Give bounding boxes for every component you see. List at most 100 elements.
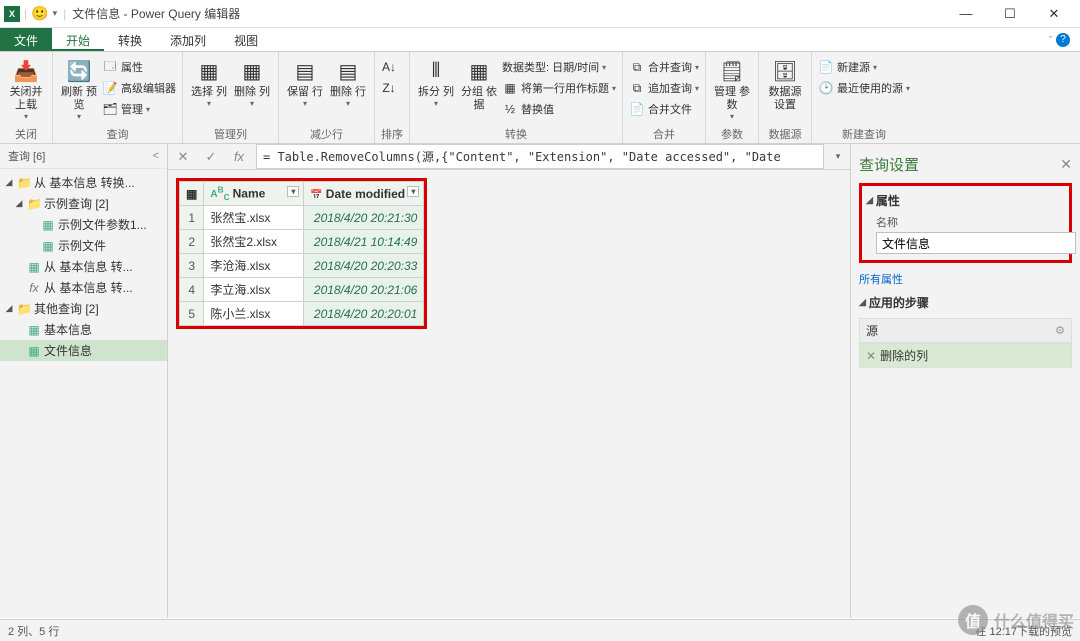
remove-rows-button[interactable]: ▤删除 行▾: [328, 54, 368, 125]
append-queries-button[interactable]: ⧉追加查询 ▾: [629, 78, 699, 98]
merge-queries-button[interactable]: ⧉合并查询 ▾: [629, 57, 699, 77]
qs-close-button[interactable]: ✕: [1060, 156, 1072, 173]
table-row[interactable]: 3李沧海.xlsx2018/4/20 20:20:33: [180, 254, 424, 278]
nav-item[interactable]: ▦示例文件: [0, 235, 167, 256]
cell-name[interactable]: 李立海.xlsx: [204, 278, 304, 302]
formula-cancel-button[interactable]: ✕: [172, 149, 194, 165]
cell-date[interactable]: 2018/4/20 20:21:30: [304, 206, 424, 230]
cell-name[interactable]: 李沧海.xlsx: [204, 254, 304, 278]
ribbon-collapse-icon[interactable]: ˇ: [1049, 35, 1052, 45]
manage-button[interactable]: 🗂管理 ▾: [102, 99, 176, 119]
groupby-button[interactable]: ▦分组 依据: [459, 54, 499, 125]
row-header[interactable]: 3: [180, 254, 204, 278]
cell-date[interactable]: 2018/4/20 20:20:33: [304, 254, 424, 278]
refresh-button[interactable]: 🔄 刷新 预览▾: [59, 54, 99, 125]
tab-view[interactable]: 视图: [220, 28, 272, 51]
grid-corner[interactable]: ▦: [180, 182, 204, 206]
nav-item[interactable]: ◢📁从 基本信息 转换...: [0, 172, 167, 193]
cell-date[interactable]: 2018/4/21 10:14:49: [304, 230, 424, 254]
cell-name[interactable]: 张然宝2.xlsx: [204, 230, 304, 254]
close-load-button[interactable]: 📥 关闭并 上载 ▾: [6, 54, 46, 125]
column-header-name[interactable]: ABCName▾: [204, 182, 304, 206]
row-header[interactable]: 4: [180, 278, 204, 302]
folder-icon: 📁: [17, 176, 31, 190]
table-row[interactable]: 1张然宝.xlsx2018/4/20 20:21:30: [180, 206, 424, 230]
maximize-button[interactable]: ☐: [988, 0, 1032, 28]
nav-item[interactable]: ▦文件信息: [0, 340, 167, 361]
append-icon: ⧉: [629, 81, 645, 96]
tab-file[interactable]: 文件: [0, 28, 52, 51]
row-header[interactable]: 2: [180, 230, 204, 254]
new-source-button[interactable]: 📄新建源 ▾: [818, 57, 910, 77]
applied-steps-section[interactable]: ◢应用的步骤: [859, 291, 1072, 314]
editor-area: ✕ ✓ fx = Table.RemoveColumns(源,{"Content…: [168, 144, 850, 618]
recent-sources-button[interactable]: 🕑最近使用的源 ▾: [818, 78, 910, 98]
filter-dropdown-icon[interactable]: ▾: [407, 186, 419, 197]
nav-item-label: 从 基本信息 转...: [44, 279, 133, 296]
qat-emoji-icon[interactable]: 🙂: [31, 5, 48, 22]
nav-item[interactable]: ▦示例文件参数1...: [0, 214, 167, 235]
manage-params-button[interactable]: 🗒管理 参数▾: [712, 54, 752, 125]
datatype-button[interactable]: 数据类型: 日期/时间 ▾: [502, 57, 616, 77]
query-name-input[interactable]: [876, 232, 1076, 254]
tab-home[interactable]: 开始: [52, 28, 104, 51]
table-row[interactable]: 5陈小兰.xlsx2018/4/20 20:20:01: [180, 302, 424, 326]
cell-date[interactable]: 2018/4/20 20:20:01: [304, 302, 424, 326]
close-window-button[interactable]: ✕: [1032, 0, 1076, 28]
fx-icon[interactable]: fx: [228, 149, 250, 164]
help-icon[interactable]: ?: [1056, 33, 1070, 47]
row-header[interactable]: 5: [180, 302, 204, 326]
nav-item[interactable]: fx从 基本信息 转...: [0, 277, 167, 298]
formula-accept-button[interactable]: ✓: [200, 149, 222, 165]
sort-desc-button[interactable]: Z↓: [381, 78, 397, 98]
properties-button[interactable]: 🗔属性: [102, 57, 176, 77]
nav-item[interactable]: ▦从 基本信息 转...: [0, 256, 167, 277]
nav-collapse-icon[interactable]: <: [153, 150, 159, 162]
qs-title: 查询设置: [859, 154, 919, 175]
replace-values-button[interactable]: ½替换值: [502, 99, 616, 119]
keep-rows-button[interactable]: ▤保留 行▾: [285, 54, 325, 125]
row-header[interactable]: 1: [180, 206, 204, 230]
step-label: 删除的列: [880, 347, 928, 364]
applied-step[interactable]: 源⚙: [859, 318, 1072, 343]
cell-name[interactable]: 张然宝.xlsx: [204, 206, 304, 230]
properties-section[interactable]: ◢属性: [866, 189, 1065, 212]
table-icon: ▦: [41, 239, 55, 253]
cell-date[interactable]: 2018/4/20 20:21:06: [304, 278, 424, 302]
table-row[interactable]: 2张然宝2.xlsx2018/4/21 10:14:49: [180, 230, 424, 254]
combine-files-button[interactable]: 📄合并文件: [629, 99, 699, 119]
tab-addcolumn[interactable]: 添加列: [156, 28, 220, 51]
use-first-row-button[interactable]: ▦将第一行用作标题 ▾: [502, 78, 616, 98]
tab-transform[interactable]: 转换: [104, 28, 156, 51]
step-gear-icon[interactable]: ⚙: [1055, 324, 1065, 337]
applied-step[interactable]: ✕ 删除的列: [859, 343, 1072, 368]
advanced-editor-button[interactable]: 📝高级编辑器: [102, 78, 176, 98]
cell-name[interactable]: 陈小兰.xlsx: [204, 302, 304, 326]
status-bar: 2 列、5 行 在 12:17下载的预览: [0, 619, 1080, 641]
formula-input[interactable]: = Table.RemoveColumns(源,{"Content", "Ext…: [256, 144, 824, 169]
filter-dropdown-icon[interactable]: ▾: [287, 186, 299, 197]
delete-step-icon[interactable]: ✕: [866, 349, 876, 363]
data-preview-grid[interactable]: ▦ ABCName▾ 📅Date modified▾ 1张然宝.xlsx2018…: [179, 181, 424, 326]
split-column-icon: ⫴: [421, 57, 451, 85]
table-icon: ▦: [27, 260, 41, 274]
remove-columns-button[interactable]: ▦删除 列▾: [232, 54, 272, 125]
nav-item-label: 示例文件参数1...: [58, 216, 147, 233]
ribbon: 📥 关闭并 上载 ▾ 关闭 🔄 刷新 预览▾ 🗔属性 📝高级编辑器 🗂管理 ▾ …: [0, 52, 1080, 144]
column-header-date[interactable]: 📅Date modified▾: [304, 182, 424, 206]
all-properties-link[interactable]: 所有属性: [859, 267, 1072, 291]
nav-item-label: 示例文件: [58, 237, 106, 254]
nav-item[interactable]: ▦基本信息: [0, 319, 167, 340]
new-source-icon: 📄: [818, 60, 834, 74]
sort-asc-button[interactable]: A↓: [381, 57, 397, 77]
nav-item[interactable]: ◢📁其他查询 [2]: [0, 298, 167, 319]
split-column-button[interactable]: ⫴拆分 列▾: [416, 54, 456, 125]
table-row[interactable]: 4李立海.xlsx2018/4/20 20:21:06: [180, 278, 424, 302]
choose-columns-button[interactable]: ▦选择 列▾: [189, 54, 229, 125]
minimize-button[interactable]: —: [944, 0, 988, 28]
nav-item[interactable]: ◢📁示例查询 [2]: [0, 193, 167, 214]
datasource-settings-button[interactable]: 🗄数据源 设置: [765, 54, 805, 125]
qat-dropdown-icon[interactable]: ▾: [53, 8, 58, 19]
formula-expand-icon[interactable]: ▾: [830, 151, 846, 162]
window-title: 文件信息 - Power Query 编辑器: [72, 5, 240, 22]
